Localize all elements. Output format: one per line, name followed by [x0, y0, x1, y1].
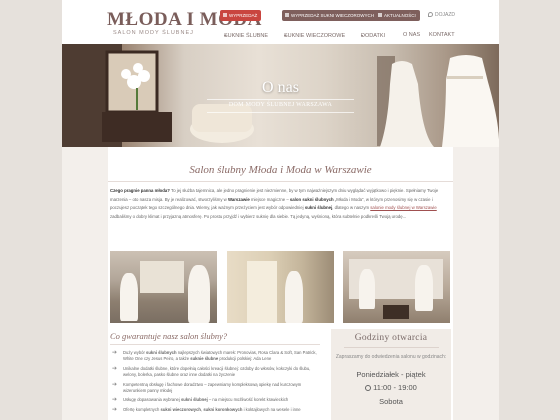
dress-shape	[359, 269, 375, 309]
section-divider	[343, 347, 439, 348]
heading-divider	[108, 181, 453, 182]
table-shape	[383, 305, 409, 319]
intro-bold: Warszawie	[227, 196, 250, 202]
salon-photo[interactable]	[110, 251, 217, 323]
sale-button[interactable]: WYPRZEDAŻ	[220, 10, 262, 21]
opening-hours-subtitle: Zapraszamy do odwiedzenia salonu w godzi…	[335, 354, 447, 360]
arrow-right-icon: ➔	[112, 365, 118, 372]
evening-sale-button-label: WYPRZEDAŻ SUKNI WIECZOROWYCH	[291, 13, 374, 18]
main-content: Salon ślubny Młoda i Moda w Warszawie Cz…	[108, 147, 453, 420]
evening-sale-button[interactable]: WYPRZEDAŻ SUKNI WIECZOROWYCH	[282, 10, 378, 21]
list-item: ➔ Duży wybór sukni ślubnych najlepszych ś…	[112, 350, 317, 362]
section-divider	[110, 344, 320, 345]
intro-bold: salon sukni ślubnych	[289, 196, 334, 202]
dress-shape	[188, 265, 210, 323]
news-icon	[378, 13, 382, 17]
page: MŁODA I MODA SALON MODY ŚLUBNEJ WYPRZEDA…	[62, 0, 499, 420]
location-pin-icon	[428, 12, 433, 17]
news-button[interactable]: AKTUALNOŚCI	[375, 10, 420, 21]
intro-question: Czego pragnie panna młoda?	[110, 188, 170, 193]
list-item: ➔ Kompetentną obsługę i fachowe doradztwo…	[112, 381, 302, 394]
saturday-label: Sobota	[379, 396, 403, 406]
page-heading: Salon ślubny Młoda i Moda w Warszawie	[189, 164, 372, 176]
arrow-right-icon: ➔	[112, 381, 118, 388]
guarantee-heading: Co gwarantuje nasz salon ślubny?	[110, 331, 228, 341]
chevron-down-icon: ▾	[284, 33, 287, 38]
weekday-hours: 11:00 - 19:00	[331, 383, 451, 392]
chevron-down-icon: ▾	[224, 33, 227, 38]
list-item: ➔ Usługę dopasowania wybranej sukni ślubn…	[112, 397, 289, 404]
chevron-down-icon: ▾	[361, 33, 364, 38]
arrow-right-icon: ➔	[112, 406, 118, 413]
hero-divider	[207, 99, 354, 100]
intro-text: zadbaliśmy o dobry klimat i przyjazną at…	[110, 214, 407, 220]
intro-paragraph: Czego pragnie panna młoda? To jej służba…	[110, 187, 450, 222]
arrow-right-icon: ➔	[112, 397, 118, 404]
directions-link[interactable]: DOJAZD	[428, 12, 455, 18]
news-button-label: AKTUALNOŚCI	[384, 13, 416, 18]
dress-shape	[120, 273, 138, 321]
window-shape	[140, 261, 184, 293]
salon-link[interactable]: salonie mody ślubnej w Warszawie	[370, 205, 436, 210]
dress-shape	[415, 265, 433, 311]
directions-label: DOJAZD	[435, 12, 455, 18]
intro-text: miejsce magiczne –	[249, 196, 290, 202]
main-nav: SUKNIE ŚLUBNE ▾ SUKNIE WIECZOROWE ▾ DODA…	[224, 32, 455, 39]
salon-photo[interactable]	[227, 251, 334, 323]
weekdays-label: Poniedziałek - piątek	[356, 369, 426, 379]
tag-icon	[223, 13, 227, 17]
salon-photo[interactable]	[343, 251, 450, 323]
tag-icon	[285, 13, 289, 17]
guarantee-section: Co gwarantuje nasz salon ślubny? ➔ Duży w…	[110, 331, 320, 416]
list-item: ➔ Ofertę kompletnych sukni wieczorowych, …	[112, 406, 301, 413]
intro-text: , dlatego w naszym	[332, 205, 371, 211]
doorway-shape	[247, 261, 277, 323]
sale-button-label: WYPRZEDAŻ	[229, 13, 258, 18]
nav-item-about[interactable]: O NAS	[403, 32, 420, 38]
list-item: ➔ Unikalne dodatki ślubne, które dopełnią…	[112, 365, 311, 378]
dress-shape	[285, 271, 303, 323]
intro-bold: sukni ślubnej	[304, 205, 333, 211]
guarantee-list: ➔ Duży wybór sukni ślubnych najlepszych ś…	[110, 350, 320, 413]
clock-icon	[365, 384, 372, 391]
hero-banner: O nas DOM MODY ŚLUBNEJ WARSZAWA	[62, 44, 499, 147]
hero-subtitle: DOM MODY ŚLUBNEJ WARSZAWA	[228, 102, 333, 108]
arrow-right-icon: ➔	[112, 350, 118, 356]
opening-hours-title: Godziny otwarcia	[354, 333, 428, 343]
hero-title: O nas	[262, 79, 299, 96]
nav-item-contact[interactable]: KONTAKT	[429, 32, 455, 38]
opening-hours-box: Godziny otwarcia Zapraszamy do odwiedzen…	[331, 329, 451, 420]
hero-divider	[207, 112, 354, 113]
